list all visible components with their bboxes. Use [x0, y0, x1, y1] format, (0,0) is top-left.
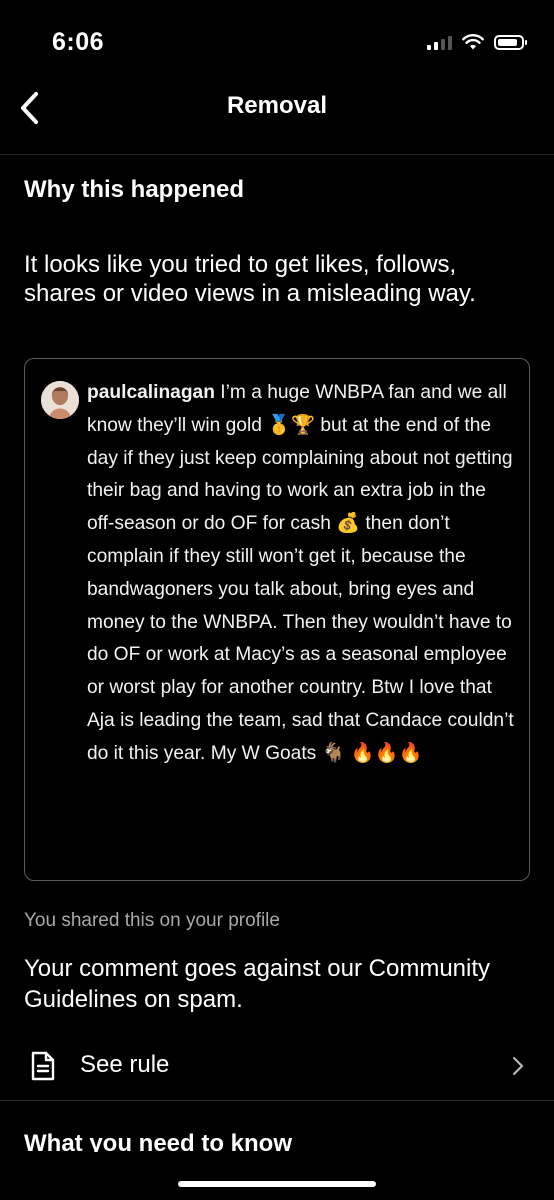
nav-header: Removal [0, 80, 554, 155]
see-rule-row[interactable]: See rule [0, 1034, 554, 1101]
comment-username[interactable]: paulcalinagan [87, 382, 215, 403]
battery-icon [494, 34, 527, 50]
status-bar: 6:06 [0, 0, 554, 80]
wifi-icon [462, 34, 484, 50]
status-icons [427, 34, 527, 50]
status-time: 6:06 [52, 28, 105, 56]
cellular-signal-icon [427, 34, 452, 50]
bottom-overlay [0, 1152, 554, 1200]
chevron-right-icon [513, 1057, 523, 1075]
document-icon [31, 1051, 55, 1081]
page-title: Removal [226, 92, 328, 119]
comment-card: paulcalinagan I’m a huge WNBPA fan and w… [24, 358, 530, 881]
removal-reason: It looks like you tried to get likes, fo… [24, 251, 476, 307]
shared-note: You shared this on your profile [24, 910, 280, 931]
avatar[interactable] [41, 381, 79, 419]
section-title-why: Why this happened [24, 176, 245, 203]
comment-text: paulcalinagan I’m a huge WNBPA fan and w… [87, 377, 515, 771]
guideline-text: Your comment goes against our Community … [24, 955, 491, 1013]
comment-body: I’m a huge WNBPA fan and we all know the… [87, 382, 514, 764]
see-rule-label: See rule [80, 1051, 170, 1078]
home-indicator[interactable] [178, 1181, 376, 1187]
